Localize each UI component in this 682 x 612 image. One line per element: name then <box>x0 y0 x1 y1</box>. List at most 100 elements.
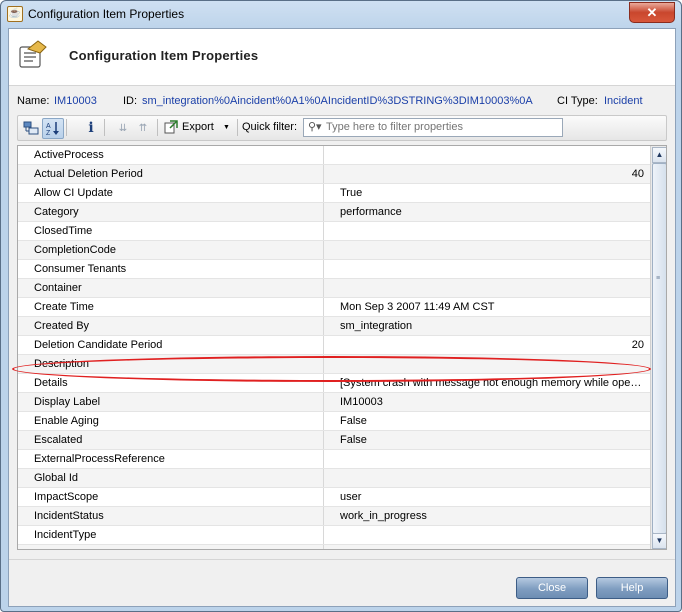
table-row[interactable]: Actual Deletion Period 40 <box>18 165 650 184</box>
info-icon[interactable]: i <box>80 118 102 139</box>
export-button[interactable]: Export ▼ <box>164 118 234 137</box>
property-value: [System crash with message not enough me… <box>340 377 646 389</box>
scrollbar-thumb[interactable]: ≡ <box>652 163 666 534</box>
quick-filter-field[interactable]: ⚲▾ <box>303 118 563 137</box>
property-value: work_in_progress <box>340 510 427 522</box>
table-row[interactable]: Escalated False <box>18 431 650 450</box>
property-name: Actual Deletion Period <box>18 165 324 183</box>
help-button[interactable]: Help <box>596 577 668 599</box>
table-row[interactable]: Container <box>18 279 650 298</box>
table-row[interactable]: ExternalProcessReference <box>18 450 650 469</box>
scrollbar-grip-icon: ≡ <box>656 275 661 282</box>
property-name: Escalated <box>18 431 324 449</box>
table-row[interactable]: Allow CI Update True <box>18 184 650 203</box>
page-title: Configuration Item Properties <box>69 48 259 63</box>
dialog-body: Configuration Item Properties Name: IM10… <box>8 28 676 607</box>
title-bar[interactable]: ☕ Configuration Item Properties ✕ <box>1 1 681 27</box>
property-value: 20 <box>631 339 644 351</box>
property-name: Created By <box>18 317 324 335</box>
table-row[interactable]: IncidentType <box>18 526 650 545</box>
table-row[interactable]: Deletion Candidate Period 20 <box>18 336 650 355</box>
property-value <box>340 469 646 487</box>
property-name: ExternalProcessReference <box>18 450 324 468</box>
table-row[interactable]: Global Id <box>18 469 650 488</box>
property-name: IncidentType <box>18 526 324 544</box>
property-name: Allow CI Update <box>18 184 324 202</box>
property-value <box>340 222 646 240</box>
quick-filter-input[interactable] <box>326 120 556 134</box>
property-name: Container <box>18 279 324 297</box>
dialog-header: Configuration Item Properties <box>9 29 675 86</box>
property-value <box>340 146 646 164</box>
svg-text:A: A <box>46 123 51 130</box>
table-row[interactable]: CompletionCode <box>18 241 650 260</box>
property-name: Display Label <box>18 393 324 411</box>
property-value: Mon Sep 3 2007 11:49 AM CST <box>340 301 495 313</box>
property-name: Details <box>18 374 324 392</box>
citype-label: CI Type: <box>557 95 598 107</box>
sort-icon[interactable]: AZ <box>42 118 64 139</box>
table-row[interactable]: Consumer Tenants <box>18 260 650 279</box>
export-label: Export <box>182 121 214 133</box>
search-icon: ⚲▾ <box>308 121 322 133</box>
property-name: Consumer Tenants <box>18 260 324 278</box>
dialog-window: ☕ Configuration Item Properties ✕ Config… <box>0 0 682 612</box>
table-row[interactable]: Create Time Mon Sep 3 2007 11:49 AM CST <box>18 298 650 317</box>
property-name: CompletionCode <box>18 241 324 259</box>
property-name: Deletion Candidate Period <box>18 336 324 354</box>
table-row[interactable]: ImpactScope user <box>18 488 650 507</box>
table-row[interactable]: ActiveProcess <box>18 146 650 165</box>
property-value <box>340 526 646 544</box>
table-row[interactable]: Category performance <box>18 203 650 222</box>
dropdown-arrow-icon: ▼ <box>223 124 230 131</box>
property-value: False <box>340 415 367 427</box>
tree-view-icon[interactable] <box>20 118 42 139</box>
toolbar-separator <box>157 119 158 136</box>
scroll-up-icon[interactable]: ▲ <box>652 147 666 163</box>
property-name: IncidentStatus <box>18 507 324 525</box>
properties-table: ActiveProcess Actual Deletion Period 40 All… <box>17 145 667 550</box>
table-row[interactable]: IncidentStatus work_in_progress <box>18 507 650 526</box>
citype-value: Incident <box>604 95 643 107</box>
svg-text:Z: Z <box>46 130 51 136</box>
property-value: True <box>340 187 363 199</box>
scroll-down-icon[interactable]: ▼ <box>652 533 666 549</box>
property-value: False <box>340 434 367 446</box>
property-name: Create Time <box>18 298 324 316</box>
table-row[interactable]: ClosedTime <box>18 222 650 241</box>
property-value <box>340 260 646 278</box>
property-name: ClosedTime <box>18 222 324 240</box>
table-row[interactable]: Is Candidate For Deletion False <box>18 545 650 549</box>
export-icon <box>164 120 178 134</box>
table-row[interactable]: Details [System crash with message not en… <box>18 374 650 393</box>
table-row[interactable]: Enable Aging False <box>18 412 650 431</box>
move-down-icon[interactable]: ⇊ <box>112 118 134 139</box>
table-row[interactable]: Description <box>18 355 650 374</box>
property-name: ActiveProcess <box>18 146 324 164</box>
id-value: sm_integration%0Aincident%0A1%0AIncident… <box>142 95 533 107</box>
name-value: IM10003 <box>54 95 97 107</box>
toolbar-separator <box>66 119 67 136</box>
table-row[interactable]: Created By sm_integration <box>18 317 650 336</box>
table-row[interactable]: Display Label IM10003 <box>18 393 650 412</box>
move-up-icon[interactable]: ⇈ <box>132 118 154 139</box>
close-button[interactable]: Close <box>516 577 588 599</box>
property-value <box>340 355 646 373</box>
property-name: ImpactScope <box>18 488 324 506</box>
vertical-scrollbar[interactable]: ▲ ≡ ▼ <box>650 146 666 549</box>
toolbar: AZ i ⇊ ⇈ Export ▼ Quick filter: ⚲▾ <box>17 115 667 141</box>
property-value: IM10003 <box>340 396 383 408</box>
property-name: Description <box>18 355 324 373</box>
id-label: ID: <box>123 95 138 107</box>
window-close-button[interactable]: ✕ <box>629 2 675 23</box>
property-name: Category <box>18 203 324 221</box>
property-value: sm_integration <box>340 320 413 332</box>
toolbar-separator <box>237 119 238 136</box>
property-name: Enable Aging <box>18 412 324 430</box>
property-name: Is Candidate For Deletion <box>18 545 324 549</box>
ci-info-row: Name: IM10003 ID: sm_integration%0Aincid… <box>9 89 675 109</box>
property-value <box>340 450 646 468</box>
property-value: 40 <box>631 168 644 180</box>
app-icon: ☕ <box>7 6 23 22</box>
property-value <box>340 279 646 297</box>
